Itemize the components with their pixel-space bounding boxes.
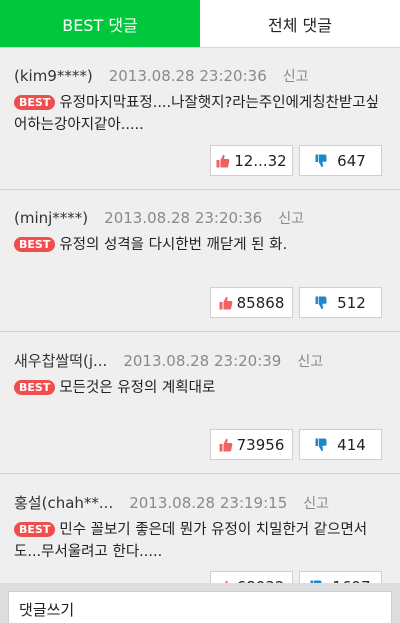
like-count: 12...32 [234,151,287,170]
comment-list: (kim9****) 2013.08.28 23:20:36 신고 BEST 유정… [0,48,400,583]
comment-meta: (kim9****) 2013.08.28 23:20:36 신고 [14,66,386,86]
dislike-button[interactable]: 414 [299,429,382,460]
comment-tabs: BEST 댓글 전체 댓글 [0,0,400,48]
dislike-count: 512 [337,293,366,312]
compose-bar [0,583,400,623]
like-count: 85868 [236,293,285,312]
report-link[interactable]: 신고 [283,66,309,86]
comment-meta: 홍설(chah**... 2013.08.28 23:19:15 신고 [14,492,386,513]
comment-author: (minj****) [14,209,89,227]
comment-body: BEST 유정의 성격을 다시한번 깨닫게 된 화. [14,234,386,256]
dislike-count: 414 [337,435,366,454]
comment-input[interactable] [8,591,392,623]
thumbs-up-icon [216,154,230,168]
like-button[interactable]: 12...32 [210,145,293,176]
dislike-button[interactable]: 1697 [299,571,382,583]
vote-buttons: 85868 512 [210,287,382,318]
dislike-button[interactable]: 647 [299,145,382,176]
comment-text: 유정의 성격을 다시한번 깨닫게 된 화. [59,237,288,253]
thumbs-down-icon [315,438,327,452]
comment-date: 2013.08.28 23:20:39 [123,352,282,370]
thumbs-down-icon [315,296,327,310]
comment-body: BEST 민수 꼴보기 좋은데 뭔가 유정이 치밀한거 같으면서도...무서울려고… [14,519,386,563]
comment-body: BEST 모든것은 유정의 계획대로 [14,377,386,399]
best-badge: BEST [14,237,56,252]
like-button[interactable]: 68032 [210,571,293,583]
thumbs-up-icon [219,296,233,310]
report-link[interactable]: 신고 [303,493,329,513]
comment-item: 새우찹쌀떡(j... 2013.08.28 23:20:39 신고 BEST 모든… [0,332,400,474]
comment-date: 2013.08.28 23:20:36 [108,67,267,85]
like-button[interactable]: 73956 [210,429,293,460]
comment-item: 홍설(chah**... 2013.08.28 23:19:15 신고 BEST… [0,474,400,583]
comment-author: (kim9****) [14,67,93,85]
report-link[interactable]: 신고 [278,208,304,228]
dislike-button[interactable]: 512 [299,287,382,318]
tab-best-comments[interactable]: BEST 댓글 [0,0,200,47]
best-badge: BEST [14,380,56,395]
like-count: 73956 [236,435,285,454]
best-badge: BEST [14,95,56,110]
comment-author: 홍설(chah**... [14,494,114,512]
vote-buttons: 73956 414 [210,429,382,460]
best-badge: BEST [14,522,56,537]
dislike-count: 647 [337,151,366,170]
thumbs-up-icon [219,438,233,452]
comment-date: 2013.08.28 23:20:36 [104,209,263,227]
report-link[interactable]: 신고 [297,351,323,371]
comment-text: 모든것은 유정의 계획대로 [59,380,216,396]
vote-buttons: 68032 1697 [210,571,382,583]
comment-text: 유정마지막표정....나잘햇지?라는주인에게칭찬받고싶어하는강아지같아..... [14,95,379,133]
comment-text: 민수 꼴보기 좋은데 뭔가 유정이 치밀한거 같으면서도...무서울려고 한다.… [14,522,368,560]
comment-meta: 새우찹쌀떡(j... 2013.08.28 23:20:39 신고 [14,350,386,371]
comment-meta: (minj****) 2013.08.28 23:20:36 신고 [14,208,386,228]
vote-buttons: 12...32 647 [210,145,382,176]
comment-body: BEST 유정마지막표정....나잘햇지?라는주인에게칭찬받고싶어하는강아지같아.… [14,92,386,136]
comment-item: (kim9****) 2013.08.28 23:20:36 신고 BEST 유정… [0,48,400,190]
comment-author: 새우찹쌀떡(j... [14,352,108,370]
tab-all-comments[interactable]: 전체 댓글 [200,0,400,47]
like-button[interactable]: 85868 [210,287,293,318]
comment-item: (minj****) 2013.08.28 23:20:36 신고 BEST 유정… [0,190,400,332]
comment-date: 2013.08.28 23:19:15 [129,494,288,512]
thumbs-down-icon [315,154,327,168]
